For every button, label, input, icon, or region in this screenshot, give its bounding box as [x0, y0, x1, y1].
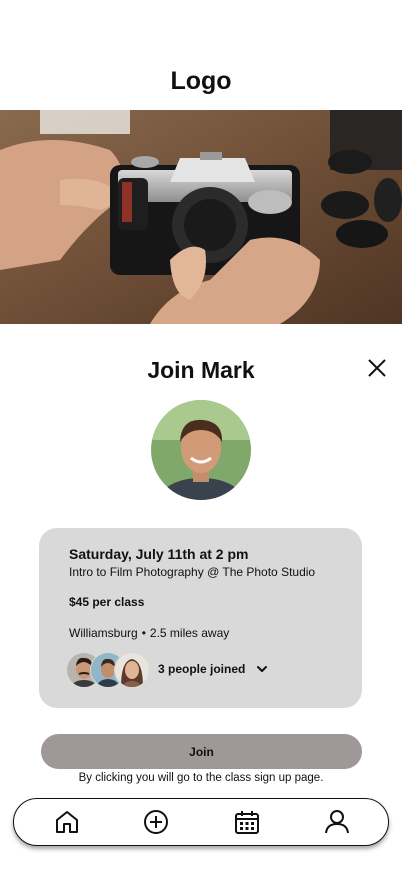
close-icon[interactable] [366, 357, 388, 379]
attendee-avatar [114, 652, 150, 688]
event-price: $45 per class [69, 595, 145, 609]
add-icon[interactable] [143, 809, 169, 835]
location-distance: 2.5 miles away [149, 626, 230, 640]
bottom-nav [13, 798, 389, 846]
home-icon[interactable] [54, 809, 80, 835]
host-avatar [151, 400, 251, 500]
joined-count: 3 people joined [158, 662, 246, 676]
location-name: Williamsburg [69, 626, 138, 640]
event-card: Saturday, July 11th at 2 pm Intro to Fil… [39, 528, 362, 708]
join-title: Join Mark [147, 357, 255, 383]
attendees-row: 3 people joined [66, 652, 346, 688]
chevron-down-icon[interactable] [255, 662, 269, 676]
event-location: Williamsburg • 2.5 miles away [69, 626, 229, 640]
event-class-name: Intro to Film Photography @ The Photo St… [69, 565, 316, 579]
calendar-icon[interactable] [234, 809, 260, 835]
signup-note: By clicking you will go to the class sig… [78, 772, 324, 784]
join-button[interactable]: Join [41, 734, 362, 769]
profile-icon[interactable] [324, 809, 350, 835]
hero-image [0, 110, 402, 324]
event-date: Saturday, July 11th at 2 pm [69, 546, 249, 562]
logo: Logo [170, 67, 232, 95]
location-separator: • [141, 626, 146, 640]
